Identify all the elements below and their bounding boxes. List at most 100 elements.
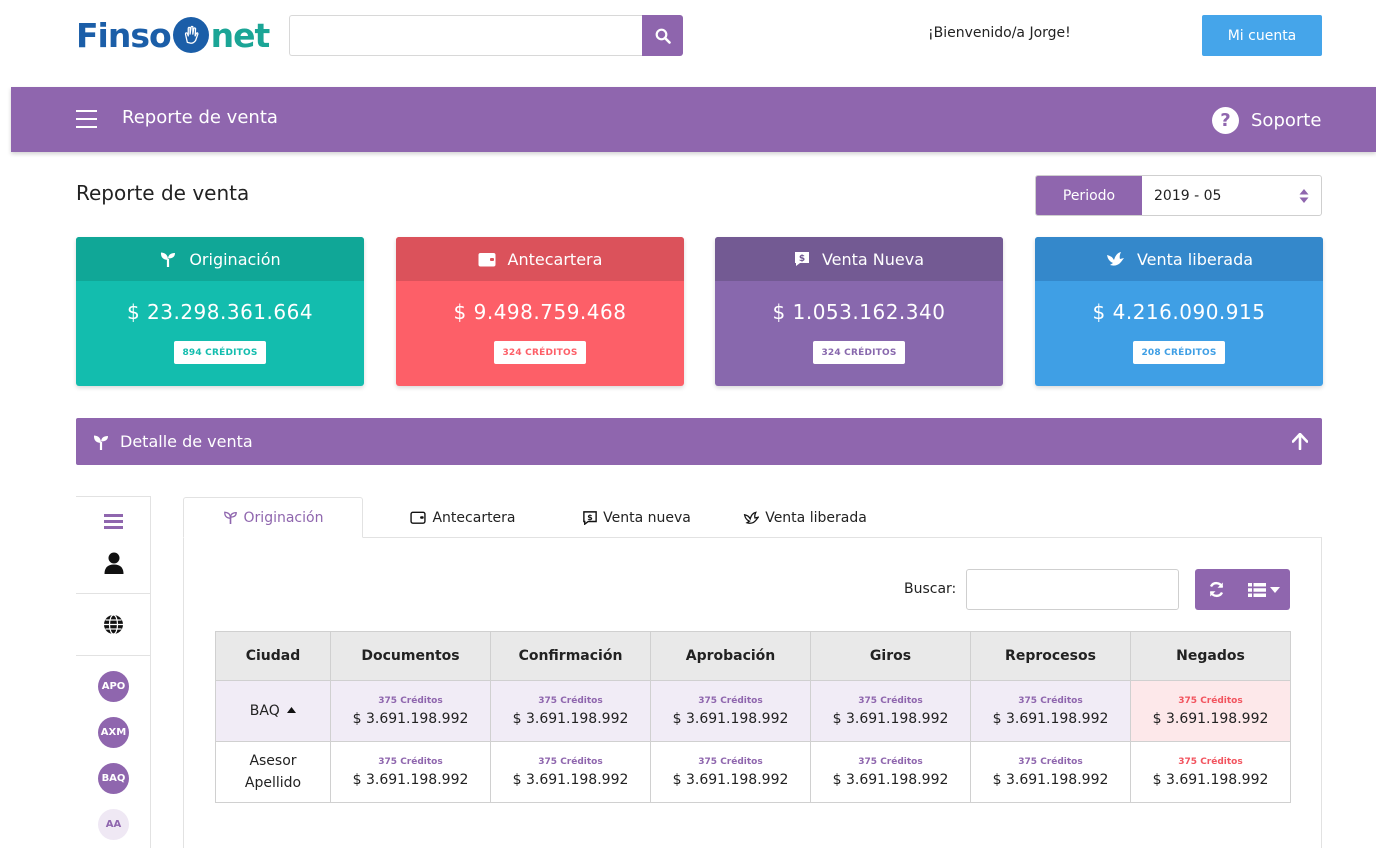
column-header-confirmacion[interactable]: Confirmación bbox=[490, 631, 651, 681]
sprout-icon bbox=[92, 434, 110, 450]
refresh-icon bbox=[1209, 581, 1223, 598]
global-search-input[interactable] bbox=[289, 15, 642, 56]
credits-count: 375 Créditos bbox=[858, 756, 923, 767]
sales-detail-table: Ciudad Documentos Confirmación Aprobació… bbox=[215, 631, 1291, 803]
cell-reprocesos: 375 Créditos $ 3.691.198.992 bbox=[970, 741, 1131, 803]
tab-label: Originación bbox=[243, 509, 324, 526]
support-label: Soporte bbox=[1251, 109, 1322, 131]
cell-confirmacion: 375 Créditos $ 3.691.198.992 bbox=[490, 680, 651, 742]
wallet-icon bbox=[410, 511, 427, 524]
navbar-title: Reporte de venta bbox=[122, 107, 278, 128]
column-header-documentos[interactable]: Documentos bbox=[330, 631, 491, 681]
svg-text:$: $ bbox=[799, 254, 805, 264]
card-credits-badge: 894 CRÉDITOS bbox=[174, 341, 266, 364]
card-amount: $ 1.053.162.340 bbox=[772, 300, 946, 324]
amount: $ 3.691.198.992 bbox=[992, 710, 1109, 727]
credits-count: 375 Créditos bbox=[538, 756, 603, 767]
sidebar-top-group bbox=[76, 496, 151, 594]
advisor-name-line2: Apellido bbox=[244, 775, 302, 791]
columns-dropdown-button[interactable] bbox=[1237, 569, 1290, 610]
card-header: Antecartera bbox=[396, 237, 684, 281]
detail-section-header[interactable]: Detalle de venta bbox=[76, 418, 1322, 465]
city-cell[interactable]: BAQ bbox=[215, 680, 331, 742]
credits-count: 375 Créditos bbox=[858, 695, 923, 706]
my-account-button[interactable]: Mi cuenta bbox=[1202, 15, 1322, 56]
cell-aprobacion: 375 Créditos $ 3.691.198.992 bbox=[650, 680, 811, 742]
question-circle-icon: ? bbox=[1212, 106, 1239, 134]
column-header-reprocesos[interactable]: Reprocesos bbox=[970, 631, 1131, 681]
globe-icon[interactable] bbox=[76, 594, 151, 656]
cell-documentos: 375 Créditos $ 3.691.198.992 bbox=[330, 680, 491, 742]
card-title: Originación bbox=[189, 249, 281, 269]
credits-count: 375 Créditos bbox=[698, 695, 763, 706]
card-antecartera[interactable]: Antecartera $ 9.498.759.468 324 CRÉDITOS bbox=[396, 237, 684, 386]
card-venta-nueva[interactable]: $ Venta Nueva $ 1.053.162.340 324 CRÉDIT… bbox=[715, 237, 1003, 386]
column-header-aprobacion[interactable]: Aprobación bbox=[650, 631, 811, 681]
wallet-icon bbox=[478, 252, 496, 267]
cell-documentos: 375 Créditos $ 3.691.198.992 bbox=[330, 741, 491, 803]
caret-down-icon bbox=[1269, 586, 1280, 593]
amount: $ 3.691.198.992 bbox=[352, 710, 469, 727]
support-link[interactable]: ? Soporte bbox=[1212, 104, 1376, 136]
credits-count: 375 Créditos bbox=[698, 756, 763, 767]
user-icon[interactable] bbox=[104, 552, 124, 578]
table-tools bbox=[1195, 569, 1290, 610]
amount: $ 3.691.198.992 bbox=[672, 710, 789, 727]
dove-icon bbox=[743, 511, 760, 525]
tab-label: Venta liberada bbox=[765, 509, 867, 526]
amount: $ 3.691.198.992 bbox=[352, 771, 469, 788]
table-row[interactable]: BAQ 375 Créditos $ 3.691.198.992 375 Créd… bbox=[215, 680, 1291, 742]
amount: $ 3.691.198.992 bbox=[1152, 771, 1269, 788]
money-chat-icon: $ bbox=[794, 251, 810, 267]
list-menu-icon[interactable] bbox=[104, 514, 123, 530]
global-search-button[interactable] bbox=[642, 15, 683, 56]
period-select[interactable]: 2019 - 05 bbox=[1142, 176, 1321, 215]
card-originacion[interactable]: Originación $ 23.298.361.664 894 CRÉDITO… bbox=[76, 237, 364, 386]
period-label: Periodo bbox=[1036, 176, 1142, 215]
table-search-input[interactable] bbox=[966, 569, 1179, 610]
list-icon bbox=[1247, 582, 1266, 597]
sidebar-item-aa[interactable]: AA bbox=[98, 809, 129, 840]
card-amount: $ 9.498.759.468 bbox=[453, 300, 627, 324]
advisor-name-line1: Asesor bbox=[249, 753, 297, 769]
card-header: Originación bbox=[76, 237, 364, 281]
advisor-cell: Asesor Apellido bbox=[215, 741, 331, 803]
credits-count: 375 Créditos bbox=[1018, 756, 1083, 767]
credits-count: 375 Créditos bbox=[378, 756, 443, 767]
finsonet-logo[interactable]: Finso net bbox=[76, 14, 270, 56]
tab-label: Venta nueva bbox=[603, 509, 691, 526]
sidebar-item-apo[interactable]: APO bbox=[98, 671, 129, 702]
column-header-giros[interactable]: Giros bbox=[810, 631, 971, 681]
table-search-label: Buscar: bbox=[904, 581, 957, 597]
menu-icon[interactable] bbox=[76, 110, 97, 128]
tab-originacion[interactable]: Originación bbox=[183, 497, 363, 538]
cell-negados: 375 Créditos $ 3.691.198.992 bbox=[1130, 741, 1291, 803]
period-selector[interactable]: Periodo 2019 - 05 bbox=[1035, 175, 1322, 216]
card-header: $ Venta Nueva bbox=[715, 237, 1003, 281]
page-title: Reporte de venta bbox=[76, 181, 250, 205]
tab-antecartera[interactable]: Antecartera bbox=[363, 497, 563, 538]
cell-aprobacion: 375 Créditos $ 3.691.198.992 bbox=[650, 741, 811, 803]
cell-confirmacion: 375 Créditos $ 3.691.198.992 bbox=[490, 741, 651, 803]
sidebar-item-axm[interactable]: AXM bbox=[98, 717, 129, 748]
amount: $ 3.691.198.992 bbox=[672, 771, 789, 788]
cell-negados: 375 Créditos $ 3.691.198.992 bbox=[1130, 680, 1291, 742]
top-navbar: Reporte de venta ? Soporte bbox=[11, 87, 1376, 152]
sprout-icon bbox=[159, 251, 177, 267]
amount: $ 3.691.198.992 bbox=[512, 771, 629, 788]
detail-title: Detalle de venta bbox=[120, 432, 253, 451]
column-header-negados[interactable]: Negados bbox=[1130, 631, 1291, 681]
table-row[interactable]: Asesor Apellido 375 Créditos $ 3.691.198.… bbox=[215, 741, 1291, 803]
card-amount: $ 23.298.361.664 bbox=[126, 300, 314, 324]
search-icon bbox=[655, 28, 671, 44]
svg-text:$: $ bbox=[587, 512, 592, 521]
tab-venta-liberada[interactable]: Venta liberada bbox=[711, 497, 899, 538]
amount: $ 3.691.198.992 bbox=[1152, 710, 1269, 727]
period-value: 2019 - 05 bbox=[1154, 187, 1222, 204]
sidebar-item-baq[interactable]: BAQ bbox=[98, 763, 129, 794]
tab-venta-nueva[interactable]: $ Venta nueva bbox=[563, 497, 711, 538]
column-header-ciudad[interactable]: Ciudad bbox=[215, 631, 331, 681]
refresh-button[interactable] bbox=[1195, 569, 1237, 610]
arrow-up-icon[interactable] bbox=[1291, 432, 1309, 454]
card-venta-liberada[interactable]: Venta liberada $ 4.216.090.915 208 CRÉDI… bbox=[1035, 237, 1323, 386]
